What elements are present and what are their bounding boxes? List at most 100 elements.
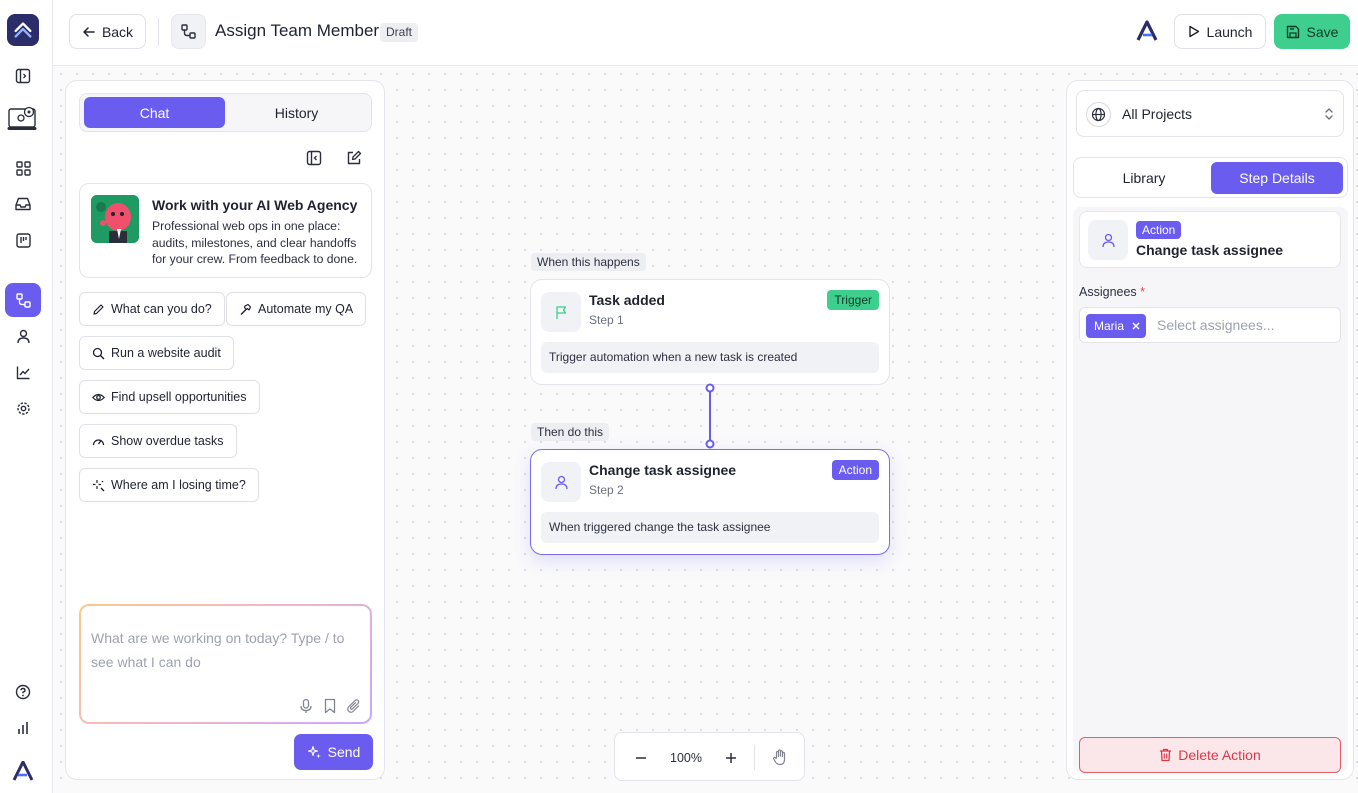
- trigger-badge: Trigger: [827, 290, 879, 310]
- help-icon[interactable]: [12, 681, 34, 703]
- workspace-settings-icon[interactable]: [6, 104, 40, 134]
- zoom-in-icon[interactable]: [719, 733, 743, 782]
- delete-action-label: Delete Action: [1178, 747, 1261, 763]
- save-label: Save: [1306, 23, 1339, 40]
- action-node[interactable]: Change task assignee Step 2 Action When …: [530, 449, 890, 555]
- send-label: Send: [327, 744, 361, 760]
- new-chat-icon[interactable]: [346, 150, 362, 166]
- suggestion-label: What can you do?: [111, 302, 212, 316]
- step-type-badge: Action: [1136, 221, 1182, 239]
- globe-icon: [1086, 102, 1111, 127]
- hammer-icon: [240, 303, 252, 315]
- suggestion-label: Where am I losing time?: [111, 478, 246, 492]
- node-title: Change task assignee: [589, 462, 737, 478]
- suggestion-label: Automate my QA: [258, 302, 354, 316]
- tab-history[interactable]: History: [226, 97, 367, 128]
- node-description: Trigger automation when a new task is cr…: [541, 342, 879, 373]
- details-panel: All Projects Library Step Details Action…: [1066, 80, 1354, 780]
- inbox-icon[interactable]: [12, 193, 34, 215]
- tab-step-details[interactable]: Step Details: [1211, 162, 1343, 194]
- suggestion-chip[interactable]: Run a website audit: [79, 336, 234, 370]
- assignees-placeholder[interactable]: Select assignees...: [1157, 317, 1275, 333]
- required-mark: *: [1140, 285, 1146, 299]
- agency-card[interactable]: Work with your AI Web Agency Professiona…: [79, 183, 372, 278]
- node-step: Step 2: [589, 483, 624, 497]
- attachment-icon[interactable]: [346, 698, 362, 714]
- node-step: Step 1: [589, 313, 624, 327]
- trash-icon: [1160, 748, 1172, 762]
- microphone-icon[interactable]: [298, 698, 314, 714]
- delete-action-button[interactable]: Delete Action: [1079, 737, 1341, 773]
- selected-step-card: Action Change task assignee: [1079, 211, 1341, 268]
- suggestion-chip[interactable]: What can you do?: [79, 292, 225, 326]
- users-icon[interactable]: [12, 325, 34, 347]
- details-tabs: Library Step Details: [1073, 157, 1348, 198]
- suggestion-chip[interactable]: Automate my QA: [226, 292, 367, 326]
- chat-composer[interactable]: What are we working on today? Type / to …: [79, 604, 372, 724]
- sparkles-icon: [307, 745, 321, 758]
- brand-logo-icon[interactable]: [7, 756, 39, 786]
- board-icon[interactable]: [12, 229, 34, 251]
- zoom-controls: 100%: [614, 732, 805, 781]
- arrow-left-icon: [83, 26, 95, 37]
- remove-x-icon[interactable]: [1132, 322, 1140, 330]
- divider: [158, 18, 159, 46]
- bookmark-icon[interactable]: [322, 698, 338, 714]
- composer-placeholder[interactable]: What are we working on today? Type / to …: [91, 626, 359, 674]
- assignees-input[interactable]: Maria Select assignees...: [1079, 307, 1341, 343]
- chevron-up-down-icon: [1324, 106, 1334, 122]
- suggestion-chip[interactable]: Where am I losing time?: [79, 468, 259, 502]
- play-icon: [1188, 25, 1199, 38]
- action-badge: Action: [831, 460, 879, 480]
- save-disk-icon: [1286, 25, 1299, 38]
- back-button[interactable]: Back: [69, 14, 146, 49]
- tab-chat[interactable]: Chat: [84, 97, 225, 128]
- user-icon: [1088, 220, 1128, 260]
- user-icon: [541, 462, 581, 502]
- assignee-chip: Maria: [1086, 314, 1147, 338]
- tab-library[interactable]: Library: [1078, 162, 1210, 194]
- suggestion-label: Show overdue tasks: [111, 434, 224, 448]
- node-connector: [705, 383, 715, 449]
- zoom-level: 100%: [670, 750, 702, 765]
- launch-label: Launch: [1206, 23, 1253, 40]
- project-select-value: All Projects: [1122, 106, 1193, 122]
- action-caption: Then do this: [531, 423, 610, 441]
- flag-icon: [541, 292, 581, 332]
- agency-avatar: [91, 195, 139, 243]
- pencil-icon: [93, 303, 104, 315]
- sidebar-toggle-icon[interactable]: [12, 65, 34, 87]
- trigger-caption: When this happens: [531, 253, 646, 271]
- app-sidebar: [0, 0, 53, 793]
- assignees-label: Assignees *: [1079, 285, 1145, 299]
- zoom-out-icon[interactable]: [629, 733, 653, 782]
- brand-mark-icon: [1136, 20, 1158, 42]
- reports-bar-icon[interactable]: [12, 717, 34, 739]
- divider: [754, 745, 755, 770]
- launch-button[interactable]: Launch: [1174, 14, 1266, 49]
- automations-icon[interactable]: [5, 283, 41, 317]
- dashboard-grid-icon[interactable]: [12, 157, 34, 179]
- chat-tabs: Chat History: [79, 93, 372, 132]
- save-button[interactable]: Save: [1274, 14, 1350, 49]
- app-logo[interactable]: [7, 14, 39, 46]
- node-title: Task added: [589, 292, 665, 308]
- assignee-chip-label: Maria: [1094, 319, 1125, 333]
- assignees-label-text: Assignees: [1079, 285, 1137, 299]
- gauge-icon: [92, 438, 105, 445]
- workflow-icon: [171, 14, 206, 49]
- step-details-body: Action Change task assignee Assignees * …: [1073, 207, 1348, 773]
- suggestion-chip[interactable]: Show overdue tasks: [79, 424, 237, 458]
- settings-gear-icon[interactable]: [12, 397, 34, 419]
- pan-hand-icon[interactable]: [767, 733, 793, 782]
- suggestion-chip[interactable]: Find upsell opportunities: [79, 380, 260, 414]
- analytics-line-icon[interactable]: [12, 361, 34, 383]
- project-select[interactable]: All Projects: [1076, 90, 1344, 137]
- chat-panel: Chat History Work with your AI Web Agenc…: [65, 80, 385, 780]
- send-button[interactable]: Send: [294, 734, 373, 770]
- collapse-panel-icon[interactable]: [306, 150, 322, 166]
- page-title[interactable]: Assign Team Member: [215, 21, 379, 41]
- top-bar: Back Assign Team Member Draft Launch Sav…: [53, 0, 1358, 66]
- suggestion-label: Find upsell opportunities: [111, 390, 247, 404]
- trigger-node[interactable]: Task added Step 1 Trigger Trigger automa…: [530, 279, 890, 385]
